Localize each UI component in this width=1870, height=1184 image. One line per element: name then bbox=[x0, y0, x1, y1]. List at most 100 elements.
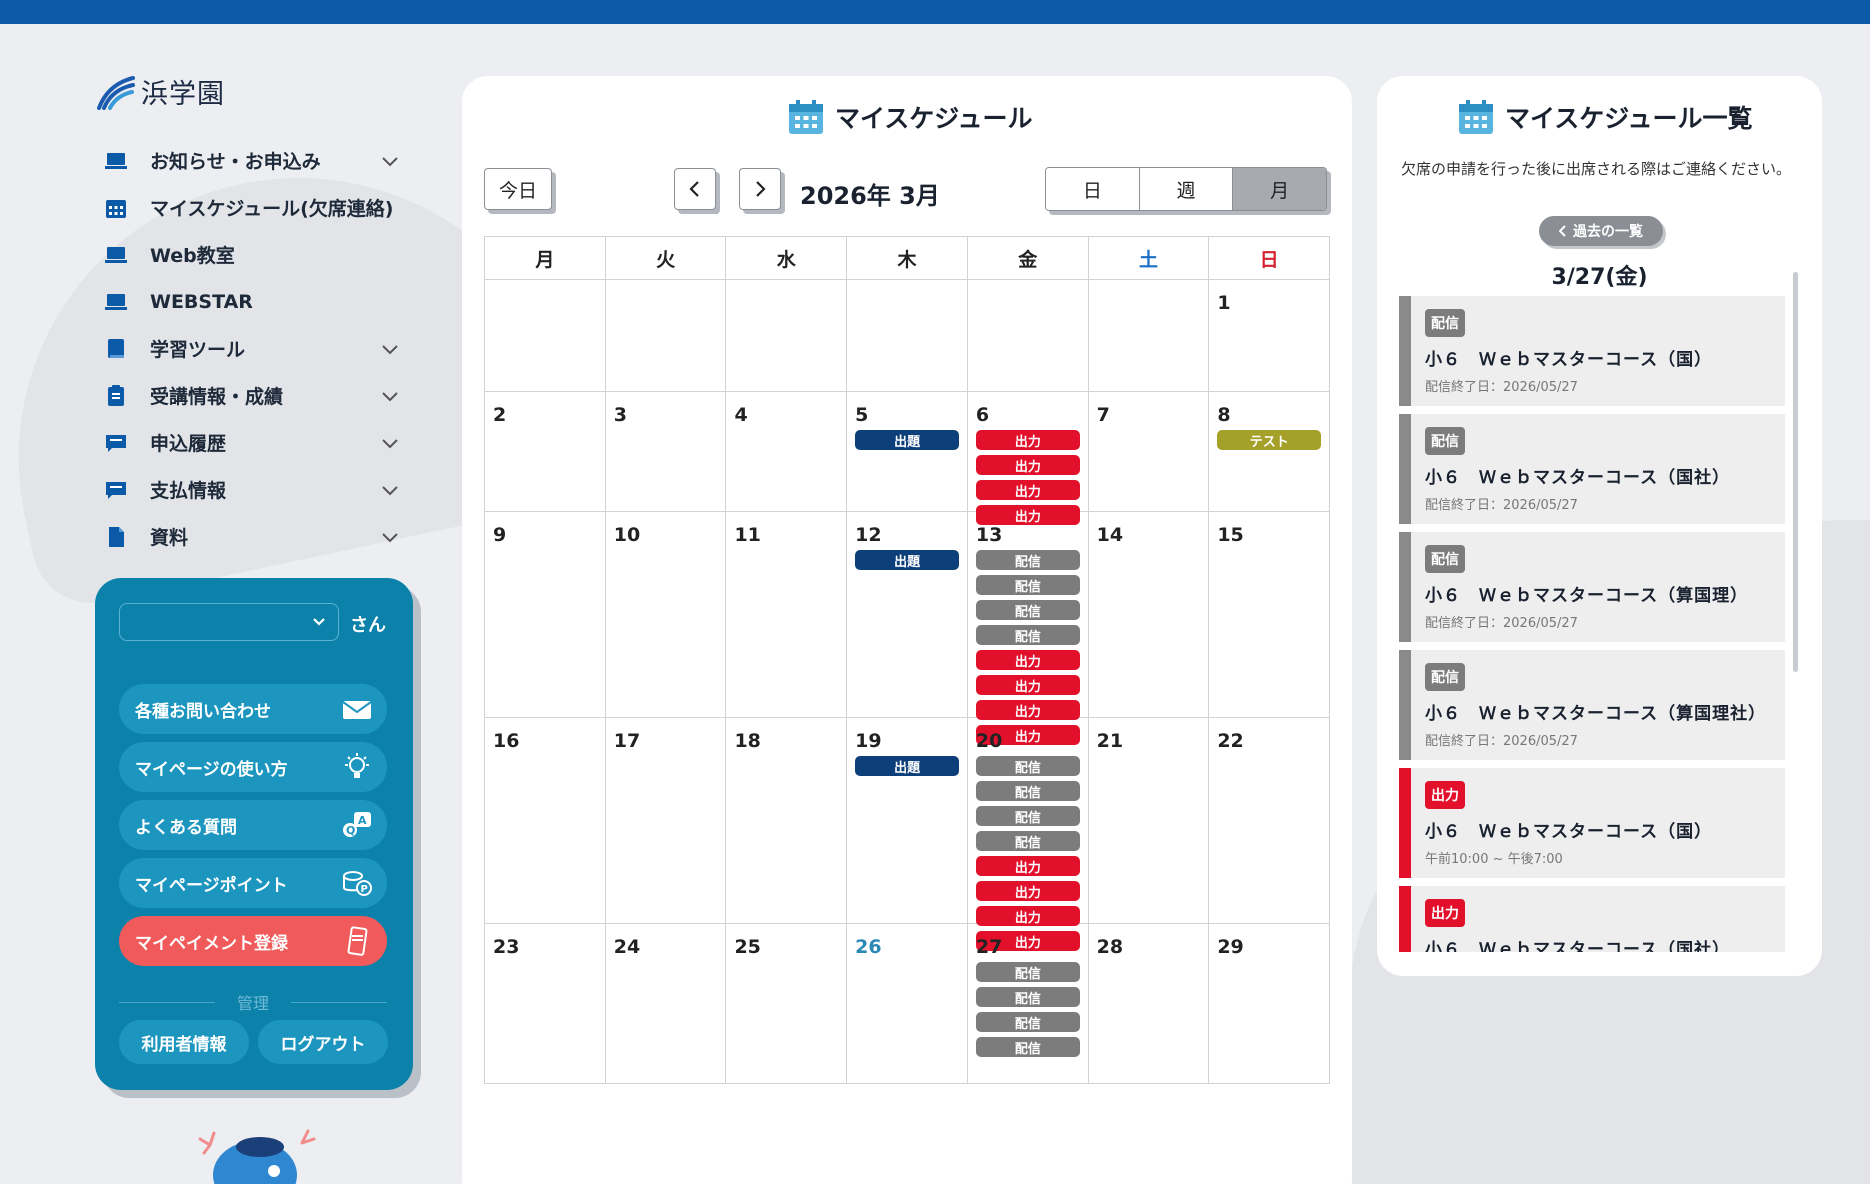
calendar-event[interactable]: 配信 bbox=[975, 1012, 1080, 1032]
calendar-event[interactable]: テスト bbox=[1217, 430, 1322, 450]
calendar-day[interactable]: 19 出題 bbox=[847, 718, 968, 923]
calendar-day[interactable]: 17 bbox=[606, 718, 727, 923]
past-list-button[interactable]: 過去の一覧 bbox=[1539, 216, 1663, 246]
sidebar-item[interactable]: お知らせ・お申込み bbox=[100, 137, 410, 184]
view-week-button[interactable]: 週 bbox=[1139, 168, 1234, 210]
prev-month-button[interactable] bbox=[674, 168, 716, 210]
calendar-day[interactable] bbox=[485, 280, 606, 391]
calendar-event[interactable]: 配信 bbox=[975, 987, 1080, 1007]
logout-button[interactable]: ログアウト bbox=[258, 1020, 388, 1064]
calendar-day[interactable] bbox=[726, 280, 848, 391]
chevron-down-icon[interactable] bbox=[380, 480, 400, 500]
calendar-event[interactable]: 出力 bbox=[975, 906, 1080, 926]
view-month-button[interactable]: 月 bbox=[1233, 168, 1326, 210]
sidebar-item[interactable]: 支払情報 bbox=[100, 466, 410, 513]
chevron-down-icon[interactable] bbox=[380, 151, 400, 171]
next-month-button[interactable] bbox=[739, 168, 781, 210]
sidebar-item[interactable]: 学習ツール bbox=[100, 325, 410, 372]
calendar-event[interactable]: 配信 bbox=[975, 962, 1080, 982]
sidebar-item[interactable]: 受講情報・成績 bbox=[100, 372, 410, 419]
calendar-event[interactable]: 出力 bbox=[975, 700, 1080, 720]
calendar-day[interactable]: 16 bbox=[485, 718, 606, 923]
faq-button[interactable]: よくある質問 AQ bbox=[119, 800, 387, 850]
calendar-event[interactable]: 出力 bbox=[975, 881, 1080, 901]
scrollbar[interactable] bbox=[1793, 272, 1798, 672]
calendar-day[interactable]: 11 bbox=[726, 512, 848, 717]
points-button[interactable]: マイページポイント P bbox=[119, 858, 387, 908]
sidebar-item[interactable]: マイスケジュール(欠席連絡) bbox=[100, 184, 410, 231]
view-day-button[interactable]: 日 bbox=[1046, 168, 1140, 210]
day-number: 10 bbox=[613, 524, 641, 546]
calendar-day[interactable]: 28 bbox=[1089, 924, 1210, 1083]
calendar-day[interactable]: 23 bbox=[485, 924, 606, 1083]
calendar-event[interactable]: 出題 bbox=[855, 430, 960, 450]
schedule-item[interactable]: 配信 小６ Ｗｅｂマスターコース（算国理） 配信終了日：2026/05/27 bbox=[1399, 532, 1785, 642]
user-info-button[interactable]: 利用者情報 bbox=[119, 1020, 249, 1064]
calendar-day[interactable]: 7 bbox=[1089, 392, 1210, 511]
contact-button[interactable]: 各種お問い合わせ bbox=[119, 684, 387, 734]
calendar-day[interactable]: 27 配信 配信 配信 配信 bbox=[968, 924, 1089, 1083]
schedule-item[interactable]: 出力 小６ Ｗｅｂマスターコース（国） 午前10:00 ~ 午後7:00 bbox=[1399, 768, 1785, 878]
payment-register-button[interactable]: マイペイメント登録 bbox=[119, 916, 387, 966]
sidebar-item[interactable]: WEBSTAR bbox=[100, 278, 410, 325]
calendar-day[interactable]: 24 bbox=[606, 924, 727, 1083]
user-select[interactable] bbox=[119, 603, 339, 641]
calendar-day[interactable]: 9 bbox=[485, 512, 606, 717]
calendar-day[interactable]: 4 bbox=[726, 392, 848, 511]
calendar-day[interactable]: 1 bbox=[1209, 280, 1329, 391]
calendar-event[interactable]: 配信 bbox=[975, 1037, 1080, 1057]
calendar-event[interactable]: 配信 bbox=[975, 781, 1080, 801]
calendar-day[interactable]: 2 bbox=[485, 392, 606, 511]
calendar-day[interactable]: 6 出力 出力 出力 出力 bbox=[968, 392, 1089, 525]
calendar-event[interactable]: 配信 bbox=[975, 625, 1080, 645]
calendar-day[interactable]: 8 テスト bbox=[1209, 392, 1329, 511]
calendar-event[interactable]: 出題 bbox=[855, 550, 960, 570]
calendar-day[interactable]: 25 bbox=[726, 924, 848, 1083]
calendar-day[interactable]: 15 bbox=[1209, 512, 1329, 717]
chevron-down-icon[interactable] bbox=[380, 433, 400, 453]
calendar-day[interactable]: 5 出題 bbox=[847, 392, 968, 511]
calendar-day[interactable]: 29 bbox=[1209, 924, 1329, 1083]
calendar-event[interactable]: 出力 bbox=[975, 856, 1080, 876]
calendar-event[interactable]: 配信 bbox=[975, 550, 1080, 570]
schedule-item[interactable]: 出力 小６ Ｗｅｂマスターコース（国社） bbox=[1399, 886, 1785, 952]
calendar-day[interactable]: 12 出題 bbox=[847, 512, 968, 717]
calendar-day[interactable]: 14 bbox=[1089, 512, 1210, 717]
calendar-day[interactable]: 10 bbox=[606, 512, 727, 717]
calendar-day[interactable]: 26 bbox=[847, 924, 968, 1083]
calendar-day[interactable]: 21 bbox=[1089, 718, 1210, 923]
calendar-event[interactable]: 出力 bbox=[975, 480, 1080, 500]
chevron-down-icon[interactable] bbox=[380, 386, 400, 406]
calendar-day[interactable]: 20 配信 配信 配信 配信 出力 出力 出力 出力 bbox=[968, 718, 1089, 951]
sidebar-item[interactable]: 資料 bbox=[100, 513, 410, 560]
chevron-down-icon[interactable] bbox=[380, 527, 400, 547]
how-to-use-button[interactable]: マイページの使い方 bbox=[119, 742, 387, 792]
calendar-day[interactable] bbox=[968, 280, 1089, 391]
calendar-day[interactable]: 22 bbox=[1209, 718, 1329, 923]
calendar-event[interactable]: 出題 bbox=[855, 756, 960, 776]
schedule-item[interactable]: 配信 小６ Ｗｅｂマスターコース（国社） 配信終了日：2026/05/27 bbox=[1399, 414, 1785, 524]
sidebar-item[interactable]: 申込履歴 bbox=[100, 419, 410, 466]
calendar-event[interactable]: 配信 bbox=[975, 575, 1080, 595]
calendar-event[interactable]: 出力 bbox=[975, 430, 1080, 450]
schedule-item[interactable]: 配信 小６ Ｗｅｂマスターコース（算国理社） 配信終了日：2026/05/27 bbox=[1399, 650, 1785, 760]
calendar-event[interactable]: 出力 bbox=[975, 675, 1080, 695]
calendar-event[interactable]: 出力 bbox=[975, 650, 1080, 670]
sidebar-item[interactable]: Web教室 bbox=[100, 231, 410, 278]
calendar-day[interactable]: 3 bbox=[606, 392, 727, 511]
calendar-day[interactable] bbox=[847, 280, 968, 391]
calendar-day[interactable]: 13 配信 配信 配信 配信 出力 出力 出力 出力 bbox=[968, 512, 1089, 745]
today-button[interactable]: 今日 bbox=[484, 168, 552, 210]
calendar-day[interactable]: 18 bbox=[726, 718, 848, 923]
calendar-event[interactable]: 配信 bbox=[975, 756, 1080, 776]
calendar-event[interactable]: 配信 bbox=[975, 806, 1080, 826]
calendar-event[interactable]: 出力 bbox=[975, 455, 1080, 475]
schedule-list[interactable]: 配信 小６ Ｗｅｂマスターコース（国） 配信終了日：2026/05/27 配信 小６ Ｗ… bbox=[1399, 296, 1785, 952]
calendar-event[interactable]: 配信 bbox=[975, 831, 1080, 851]
calendar-day[interactable] bbox=[1089, 280, 1210, 391]
schedule-item[interactable]: 配信 小６ Ｗｅｂマスターコース（国） 配信終了日：2026/05/27 bbox=[1399, 296, 1785, 406]
chevron-down-icon[interactable] bbox=[380, 339, 400, 359]
brand-logo[interactable]: 浜学園 bbox=[95, 72, 225, 111]
calendar-event[interactable]: 配信 bbox=[975, 600, 1080, 620]
calendar-day[interactable] bbox=[606, 280, 727, 391]
